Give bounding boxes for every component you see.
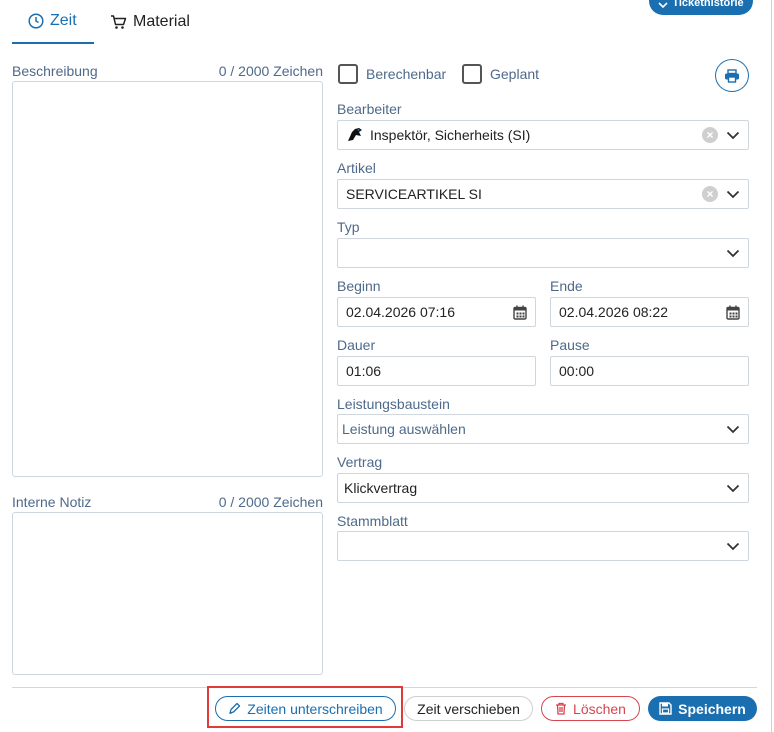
delete-label: Löschen bbox=[573, 700, 626, 717]
editor-select[interactable]: Inspektör, Sicherheits (SI) × bbox=[337, 120, 749, 150]
window-edge bbox=[771, 0, 772, 732]
save-icon bbox=[659, 702, 672, 715]
pause-input[interactable]: 00:00 bbox=[550, 356, 749, 386]
chevron-down-icon[interactable] bbox=[726, 425, 740, 434]
tab-material[interactable]: Material bbox=[94, 0, 206, 44]
type-label: Typ bbox=[337, 219, 360, 235]
printer-icon bbox=[725, 68, 739, 83]
billable-checkbox[interactable]: Berechenbar bbox=[338, 64, 446, 84]
planned-checkbox-box[interactable] bbox=[462, 64, 482, 84]
chevron-down-icon bbox=[658, 2, 668, 9]
clear-icon[interactable]: × bbox=[702, 186, 718, 202]
footer-divider bbox=[12, 687, 757, 688]
pause-label: Pause bbox=[550, 337, 590, 353]
chevron-down-icon[interactable] bbox=[726, 542, 740, 551]
clock-icon bbox=[28, 13, 44, 29]
duration-input[interactable]: 01:06 bbox=[337, 356, 536, 386]
planned-checkbox-label: Geplant bbox=[490, 66, 540, 82]
duration-value: 01:06 bbox=[346, 363, 382, 379]
master-sheet-label: Stammblatt bbox=[337, 513, 408, 529]
sign-times-label: Zeiten unterschreiben bbox=[247, 700, 383, 717]
description-textarea[interactable] bbox=[12, 81, 323, 477]
tab-zeit-label: Zeit bbox=[50, 12, 77, 29]
calendar-icon[interactable] bbox=[726, 305, 740, 320]
description-counter: 0 / 2000 Zeichen bbox=[218, 63, 323, 79]
chevron-down-icon[interactable] bbox=[726, 484, 740, 493]
article-select[interactable]: SERVICEARTIKEL SI × bbox=[337, 179, 749, 209]
billable-checkbox-box[interactable] bbox=[338, 64, 358, 84]
save-button[interactable]: Speichern bbox=[648, 696, 757, 721]
pen-icon bbox=[229, 702, 241, 715]
chevron-down-icon[interactable] bbox=[726, 131, 740, 140]
end-label: Ende bbox=[550, 278, 583, 294]
internal-note-label: Interne Notiz bbox=[12, 494, 92, 510]
master-sheet-select[interactable] bbox=[337, 531, 749, 561]
cart-icon bbox=[111, 15, 127, 29]
duration-label: Dauer bbox=[337, 337, 376, 353]
end-value: 02.04.2026 08:22 bbox=[559, 304, 668, 320]
chevron-down-icon[interactable] bbox=[726, 249, 740, 258]
article-value: SERVICEARTIKEL SI bbox=[346, 186, 482, 202]
sign-times-button[interactable]: Zeiten unterschreiben bbox=[215, 696, 396, 721]
planned-checkbox[interactable]: Geplant bbox=[462, 64, 539, 84]
clear-icon[interactable]: × bbox=[702, 127, 718, 143]
contract-value: Klickvertrag bbox=[344, 480, 418, 496]
move-time-button[interactable]: Zeit verschieben bbox=[404, 696, 533, 721]
tab-material-label: Material bbox=[133, 13, 190, 30]
description-label: Beschreibung bbox=[12, 63, 98, 79]
editor-value: Inspektör, Sicherheits (SI) bbox=[370, 127, 531, 143]
move-time-label: Zeit verschieben bbox=[417, 700, 520, 717]
print-button[interactable] bbox=[715, 59, 749, 92]
ticket-history-button[interactable]: Tickethistorie bbox=[649, 0, 753, 15]
tab-zeit[interactable]: Zeit bbox=[12, 0, 94, 44]
ticket-history-label: Tickethistorie bbox=[672, 0, 744, 9]
start-value: 02.04.2026 07:16 bbox=[346, 304, 455, 320]
contract-select[interactable]: Klickvertrag bbox=[337, 473, 749, 503]
billable-checkbox-label: Berechenbar bbox=[366, 66, 447, 82]
contract-label: Vertrag bbox=[337, 454, 383, 470]
save-label: Speichern bbox=[678, 700, 746, 717]
internal-note-counter: 0 / 2000 Zeichen bbox=[218, 494, 323, 510]
chevron-down-icon[interactable] bbox=[726, 190, 740, 199]
calendar-icon[interactable] bbox=[513, 305, 527, 320]
type-select[interactable] bbox=[337, 238, 749, 268]
tab-bar: Zeit Material bbox=[12, 0, 206, 44]
service-module-placeholder: Leistung auswählen bbox=[342, 421, 466, 437]
pause-value: 00:00 bbox=[559, 363, 595, 379]
trash-icon bbox=[556, 702, 567, 715]
article-label: Artikel bbox=[337, 160, 376, 176]
editor-label: Bearbeiter bbox=[337, 101, 402, 117]
service-module-select[interactable]: Leistung auswählen bbox=[337, 414, 749, 444]
end-datetime-input[interactable]: 02.04.2026 08:22 bbox=[550, 297, 749, 327]
delete-button[interactable]: Löschen bbox=[541, 696, 640, 721]
start-datetime-input[interactable]: 02.04.2026 07:16 bbox=[337, 297, 536, 327]
start-label: Beginn bbox=[337, 278, 381, 294]
service-module-label: Leistungsbaustein bbox=[337, 396, 450, 412]
internal-note-textarea[interactable] bbox=[12, 512, 323, 675]
